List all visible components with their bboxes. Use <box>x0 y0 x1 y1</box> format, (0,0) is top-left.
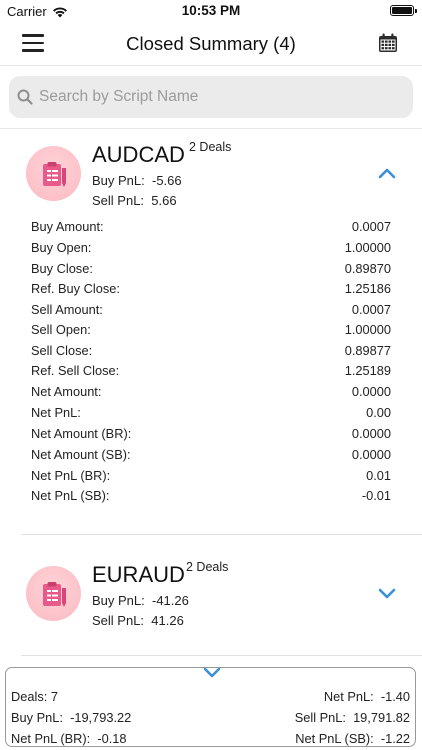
detail-row: Buy Open: 1.00000 <box>31 240 391 255</box>
sell-pnl-label: Sell PnL: <box>92 613 145 628</box>
detail-value: 0.0000 <box>351 426 391 441</box>
detail-row: Ref. Buy Close: 1.25186 <box>31 281 391 296</box>
deals-total: Deals: 7 <box>11 689 58 704</box>
detail-row: Sell Open: 1.00000 <box>31 322 391 337</box>
chevron-up-icon[interactable] <box>378 167 396 179</box>
search-icon <box>17 89 33 105</box>
sell-pnl-row: Sell PnL: 41.26 <box>92 613 184 628</box>
detail-row: Ref. Sell Close: 1.25189 <box>31 363 391 378</box>
detail-row: Net Amount (BR): 0.0000 <box>31 426 391 441</box>
card-divider <box>21 655 422 656</box>
footer-row: Deals: 7 Net PnL: -1.40 <box>11 689 410 704</box>
symbol-name: EURAUD <box>92 562 185 587</box>
detail-label: Net Amount (SB): <box>31 447 131 462</box>
buy-pnl-total-label: Buy PnL: <box>11 710 63 725</box>
detail-row: Sell Close: 0.89877 <box>31 343 391 358</box>
detail-value: 0.0007 <box>351 219 391 234</box>
sell-pnl-row: Sell PnL: 5.66 <box>92 193 177 208</box>
buy-pnl-label: Buy PnL: <box>92 173 145 188</box>
deals-count: 2 Deals <box>189 140 232 154</box>
symbol-name: AUDCAD <box>92 142 185 167</box>
buy-pnl-total-value: -19,793.22 <box>70 710 132 725</box>
deals-total-value: 7 <box>50 689 58 704</box>
sell-pnl-value: 5.66 <box>151 193 177 208</box>
net-pnl-label: Net PnL: <box>323 689 374 704</box>
detail-value: 0.89870 <box>344 261 391 276</box>
deals-total-label: Deals: <box>11 689 48 704</box>
detail-label: Buy Open: <box>31 240 92 255</box>
clock: 10:53 PM <box>181 3 241 18</box>
buy-pnl-total: Buy PnL: -19,793.22 <box>11 710 131 725</box>
detail-row: Net PnL (BR): 0.01 <box>31 468 391 483</box>
detail-value: 1.00000 <box>344 322 391 337</box>
detail-row: Net PnL: 0.00 <box>31 405 391 420</box>
symbol-card-euraud[interactable]: EURAUD 2 Deals Buy PnL: -41.26 Sell PnL:… <box>0 549 422 654</box>
sell-pnl-total-label: Sell PnL: <box>294 710 346 725</box>
buy-pnl-label: Buy PnL: <box>92 593 145 608</box>
sell-pnl-total: Sell PnL: 19,791.82 <box>295 710 410 725</box>
search-bar[interactable] <box>9 76 413 118</box>
clipboard-icon <box>26 566 81 621</box>
detail-label: Net Amount: <box>31 384 102 399</box>
sell-pnl-value: 41.26 <box>151 613 184 628</box>
detail-value: 1.00000 <box>344 240 391 255</box>
net-pnl-br-value: -0.18 <box>97 731 127 746</box>
net-pnl-br-label: Net PnL (BR): <box>11 731 91 746</box>
detail-value: 1.25189 <box>344 363 391 378</box>
chevron-down-icon[interactable] <box>203 666 221 678</box>
detail-value: -0.01 <box>361 488 391 503</box>
net-pnl-sb-total: Net PnL (SB): -1.22 <box>295 731 410 746</box>
detail-row: Buy Amount: 0.0007 <box>31 219 391 234</box>
detail-label: Buy Close: <box>31 261 93 276</box>
detail-value: 0.89877 <box>344 343 391 358</box>
detail-value: 0.01 <box>366 468 391 483</box>
sell-pnl-total-value: 19,791.82 <box>353 710 410 725</box>
net-pnl-value: -1.40 <box>380 689 410 704</box>
detail-label: Net PnL: <box>31 405 81 420</box>
net-pnl-total: Net PnL: -1.40 <box>324 689 410 704</box>
buy-pnl-row: Buy PnL: -41.26 <box>92 593 189 608</box>
detail-label: Buy Amount: <box>31 219 104 234</box>
footer-row: Net PnL (BR): -0.18 Net PnL (SB): -1.22 <box>11 731 410 746</box>
net-pnl-sb-label: Net PnL (SB): <box>295 731 374 746</box>
detail-row: Net Amount: 0.0000 <box>31 384 391 399</box>
detail-label: Ref. Sell Close: <box>31 363 120 378</box>
detail-value: 0.00 <box>366 405 391 420</box>
deals-count: 2 Deals <box>186 560 229 574</box>
detail-value: 0.0000 <box>351 447 391 462</box>
detail-row: Net Amount (SB): 0.0000 <box>31 447 391 462</box>
navigation-bar: Closed Summary (4) <box>0 22 422 66</box>
footer-row: Buy PnL: -19,793.22 Sell PnL: 19,791.82 <box>11 710 410 725</box>
summary-footer: Deals: 7 Net PnL: -1.40 Buy PnL: -19,793… <box>5 667 416 747</box>
page-title: Closed Summary (4) <box>126 33 296 54</box>
card-divider <box>21 534 422 535</box>
detail-label: Ref. Buy Close: <box>31 281 120 296</box>
detail-row: Sell Amount: 0.0007 <box>31 302 391 317</box>
detail-label: Net Amount (BR): <box>31 426 132 441</box>
buy-pnl-value: -5.66 <box>152 173 182 188</box>
sell-pnl-label: Sell PnL: <box>92 193 145 208</box>
detail-value: 0.0000 <box>351 384 391 399</box>
detail-row: Buy Close: 0.89870 <box>31 261 391 276</box>
detail-label: Sell Amount: <box>31 302 103 317</box>
search-input[interactable] <box>39 88 379 106</box>
chevron-down-icon[interactable] <box>378 587 396 599</box>
net-pnl-sb-value: -1.22 <box>380 731 410 746</box>
clipboard-icon <box>26 146 81 201</box>
symbol-card-audcad[interactable]: AUDCAD 2 Deals Buy PnL: -5.66 Sell PnL: … <box>0 129 422 535</box>
calendar-icon[interactable] <box>378 33 398 53</box>
buy-pnl-row: Buy PnL: -5.66 <box>92 173 182 188</box>
detail-value: 1.25186 <box>344 281 391 296</box>
detail-label: Sell Close: <box>31 343 93 358</box>
detail-label: Net PnL (SB): <box>31 488 110 503</box>
battery-icon <box>390 5 417 16</box>
detail-label: Sell Open: <box>31 322 91 337</box>
detail-value: 0.0007 <box>351 302 391 317</box>
detail-label: Net PnL (BR): <box>31 468 111 483</box>
detail-row: Net PnL (SB): -0.01 <box>31 488 391 503</box>
net-pnl-br-total: Net PnL (BR): -0.18 <box>11 731 126 746</box>
status-bar: Carrier 10:53 PM <box>0 0 422 22</box>
buy-pnl-value: -41.26 <box>152 593 189 608</box>
